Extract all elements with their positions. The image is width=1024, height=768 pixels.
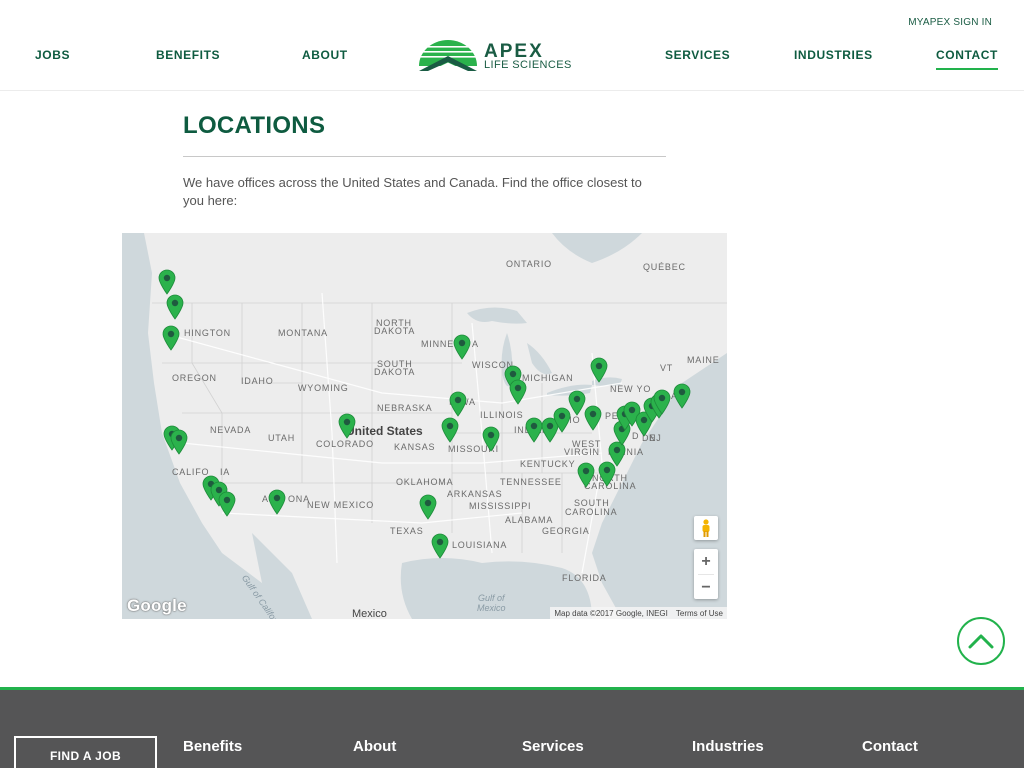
label-kansas: KANSAS bbox=[394, 442, 436, 452]
label-illinois: ILLINOIS bbox=[480, 410, 524, 420]
location-pin-icon[interactable] bbox=[268, 489, 286, 515]
google-logo[interactable]: Google bbox=[127, 596, 187, 616]
label-washington: HINGTON bbox=[184, 328, 231, 338]
chevron-up-icon bbox=[968, 634, 994, 649]
label-california-tail: IA bbox=[220, 467, 231, 477]
location-pin-icon[interactable] bbox=[577, 462, 595, 488]
nav-contact[interactable]: CONTACT bbox=[936, 48, 998, 70]
location-pin-icon[interactable] bbox=[673, 383, 691, 409]
label-tennessee: TENNESSEE bbox=[500, 477, 562, 487]
label-alabama: ALABAMA bbox=[505, 515, 554, 525]
label-north-dakota-2: DAKOTA bbox=[374, 326, 416, 336]
label-mississippi: MISSISSIPPI bbox=[469, 501, 532, 511]
label-south-carolina-2: CAROLINA bbox=[565, 507, 618, 517]
label-oklahoma: OKLAHOMA bbox=[396, 477, 454, 487]
label-florida: FLORIDA bbox=[562, 573, 607, 583]
nav-services[interactable]: SERVICES bbox=[665, 48, 730, 62]
nav-jobs[interactable]: JOBS bbox=[35, 48, 70, 62]
label-nebraska: NEBRASKA bbox=[377, 403, 433, 413]
location-pin-icon[interactable] bbox=[158, 269, 176, 295]
location-pin-icon[interactable] bbox=[338, 413, 356, 439]
label-ontario: ONTARIO bbox=[506, 259, 552, 269]
location-pin-icon[interactable] bbox=[218, 491, 236, 517]
location-pin-icon[interactable] bbox=[449, 391, 467, 417]
street-view-pegman[interactable] bbox=[694, 516, 718, 540]
location-pin-icon[interactable] bbox=[162, 325, 180, 351]
footer-link-industries[interactable]: Industries bbox=[692, 738, 764, 755]
logo-subtitle: LIFE SCIENCES bbox=[484, 59, 572, 71]
label-montana: MONTANA bbox=[278, 328, 328, 338]
site-header: MYAPEX SIGN IN JOBS BENEFITS ABOUT APEX … bbox=[0, 0, 1024, 91]
label-quebec: QUÉBEC bbox=[643, 262, 686, 272]
label-texas: TEXAS bbox=[390, 526, 424, 536]
label-georgia: GEORGIA bbox=[542, 526, 590, 536]
myapex-sign-in-link[interactable]: MYAPEX SIGN IN bbox=[908, 17, 992, 28]
label-utah: UTAH bbox=[268, 433, 296, 443]
label-mexico: Mexico bbox=[352, 608, 387, 619]
label-gulf-of-mexico: Gulf of Mexico bbox=[477, 593, 506, 613]
label-idaho: IDAHO bbox=[241, 376, 274, 386]
label-oregon: OREGON bbox=[172, 373, 217, 383]
label-wyoming: WYOMING bbox=[298, 383, 349, 393]
footer-link-benefits[interactable]: Benefits bbox=[183, 738, 242, 755]
map-attribution: Map data ©2017 Google, INEGI Terms of Us… bbox=[550, 607, 727, 619]
label-south-dakota-2: DAKOTA bbox=[374, 367, 416, 377]
terms-of-use-link[interactable]: Terms of Use bbox=[676, 609, 723, 618]
nav-benefits[interactable]: BENEFITS bbox=[156, 48, 220, 62]
label-vermont: VT bbox=[660, 363, 674, 373]
label-arkansas: ARKANSAS bbox=[447, 489, 503, 499]
intro-text: We have offices across the United States… bbox=[183, 175, 642, 208]
site-footer: FIND A JOB Benefits About Services Indus… bbox=[0, 687, 1024, 768]
locations-map[interactable]: ONTARIO QUÉBEC HINGTON MONTANA NORTH DAK… bbox=[122, 233, 727, 619]
label-michigan: MICHIGAN bbox=[522, 373, 574, 383]
footer-link-about[interactable]: About bbox=[353, 738, 396, 755]
title-divider bbox=[183, 156, 666, 157]
label-kentucky: KENTUCKY bbox=[520, 459, 576, 469]
label-new-york: NEW YO bbox=[610, 384, 652, 394]
nav-about[interactable]: ABOUT bbox=[302, 48, 348, 62]
label-gulf-of-mexico-2: Mexico bbox=[477, 603, 506, 613]
label-minnesota-tail: A bbox=[472, 339, 479, 349]
location-pin-icon[interactable] bbox=[431, 533, 449, 559]
label-gulf-of-mexico-1: Gulf of bbox=[478, 593, 505, 603]
label-virginia: VIRGIN bbox=[564, 447, 600, 457]
pegman-icon bbox=[702, 519, 710, 537]
location-pin-icon[interactable] bbox=[441, 417, 459, 443]
label-new-mexico: NEW MEXICO bbox=[307, 500, 375, 510]
label-louisiana: LOUISIANA bbox=[452, 540, 508, 550]
apex-logo[interactable]: APEX LIFE SCIENCES bbox=[418, 38, 604, 72]
zoom-control: + − bbox=[694, 549, 718, 599]
location-pin-icon[interactable] bbox=[419, 494, 437, 520]
label-united-states: United States bbox=[346, 424, 423, 438]
label-maine: MAINE bbox=[687, 355, 720, 365]
zoom-out-button[interactable]: − bbox=[694, 575, 718, 600]
page-title: LOCATIONS bbox=[183, 112, 326, 139]
location-pin-icon[interactable] bbox=[166, 294, 184, 320]
zoom-in-button[interactable]: + bbox=[694, 549, 718, 574]
label-nevada: NEVADA bbox=[210, 425, 252, 435]
location-pin-icon[interactable] bbox=[653, 389, 671, 415]
back-to-top-button[interactable] bbox=[957, 617, 1005, 665]
nav-industries[interactable]: INDUSTRIES bbox=[794, 48, 873, 62]
location-pin-icon[interactable] bbox=[482, 426, 500, 452]
location-pin-icon[interactable] bbox=[509, 379, 527, 405]
location-pin-icon[interactable] bbox=[584, 405, 602, 431]
location-pin-icon[interactable] bbox=[453, 334, 471, 360]
location-pin-icon[interactable] bbox=[590, 357, 608, 383]
footer-link-contact[interactable]: Contact bbox=[862, 738, 918, 755]
apex-mountain-logo-icon bbox=[419, 40, 477, 71]
location-pin-icon[interactable] bbox=[170, 429, 188, 455]
map-data-credit: Map data ©2017 Google, INEGI bbox=[554, 608, 668, 618]
find-a-job-button[interactable]: FIND A JOB bbox=[14, 736, 157, 768]
label-colorado: COLORADO bbox=[316, 439, 374, 449]
footer-link-services[interactable]: Services bbox=[522, 738, 584, 755]
